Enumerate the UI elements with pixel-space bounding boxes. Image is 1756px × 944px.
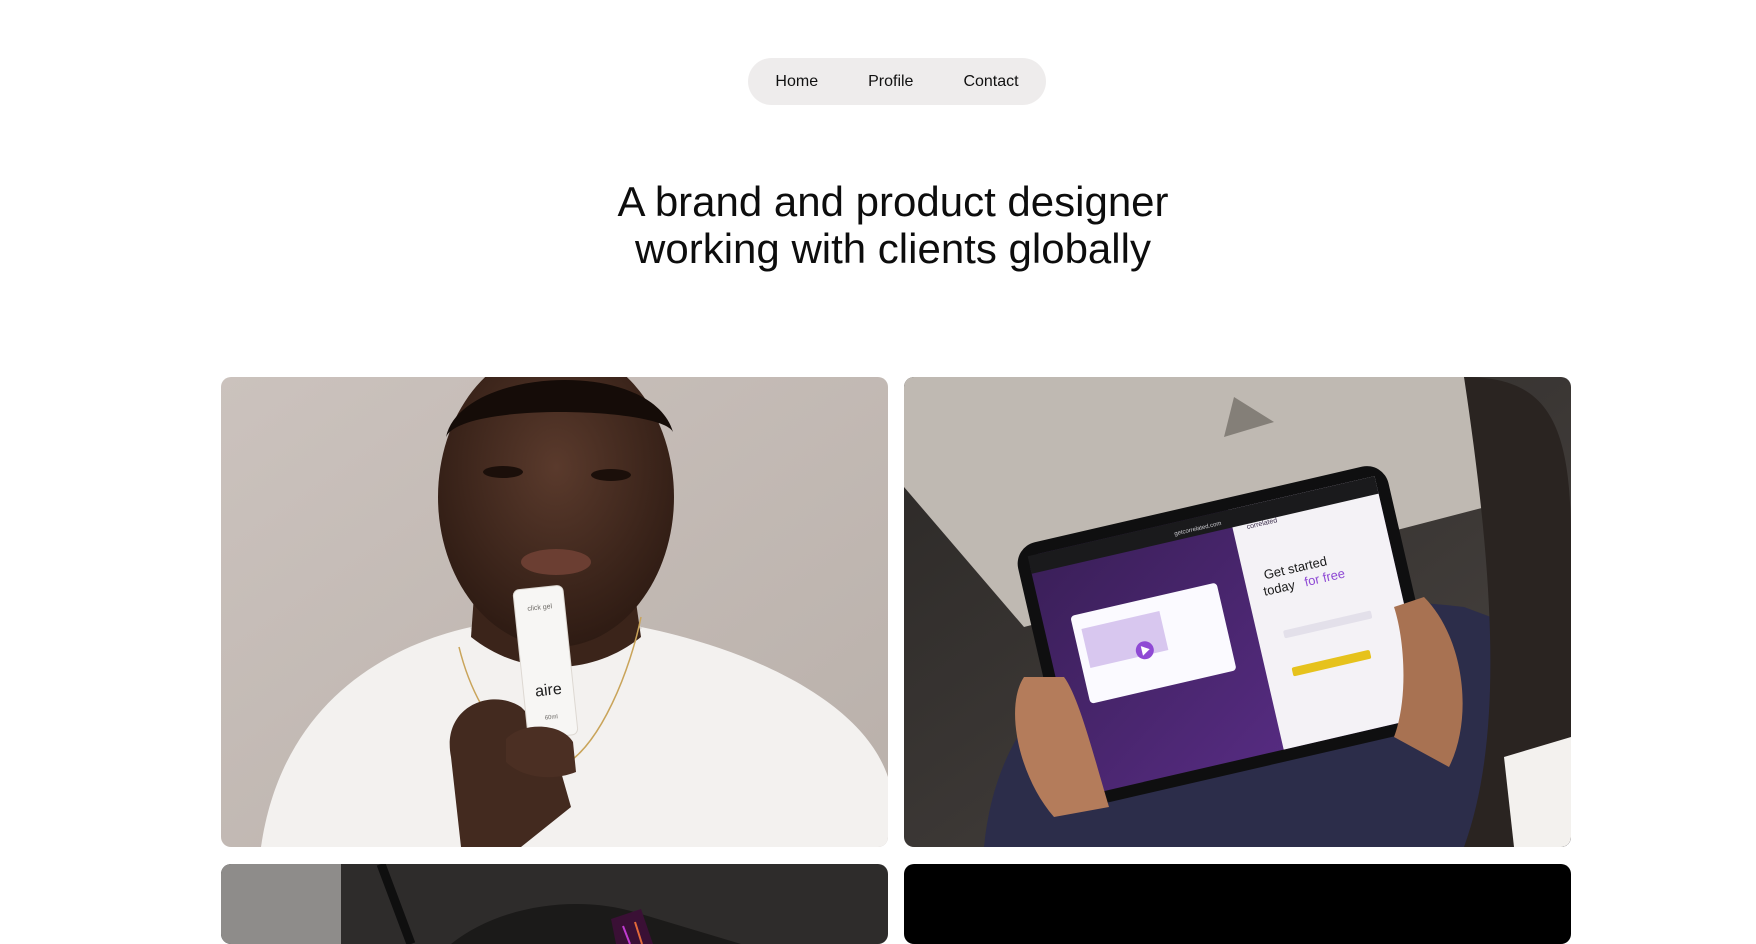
- aire-photo: click gel aire 60ml: [221, 377, 888, 847]
- nav-home-link[interactable]: Home: [775, 73, 818, 91]
- correlated-photo: getcorrelated.com correlated Get started…: [904, 377, 1571, 847]
- hero-headline: A brand and product designer working wit…: [0, 178, 1756, 272]
- hero-line-1: A brand and product designer: [617, 178, 1169, 225]
- project-3-photo: [221, 864, 888, 944]
- project-card-4[interactable]: [904, 864, 1571, 944]
- nav-profile-link[interactable]: Profile: [868, 73, 913, 91]
- nav-pill: Home Profile Contact: [748, 58, 1046, 105]
- project-card-aire[interactable]: click gel aire 60ml: [221, 377, 888, 847]
- hero-line-2: working with clients globally: [635, 225, 1151, 272]
- nav-contact-link[interactable]: Contact: [963, 73, 1018, 91]
- aire-wordmark: aire: [534, 681, 562, 701]
- page: Home Profile Contact A brand and product…: [0, 0, 1756, 944]
- project-card-3[interactable]: [221, 864, 888, 944]
- project-card-correlated[interactable]: getcorrelated.com correlated Get started…: [904, 377, 1571, 847]
